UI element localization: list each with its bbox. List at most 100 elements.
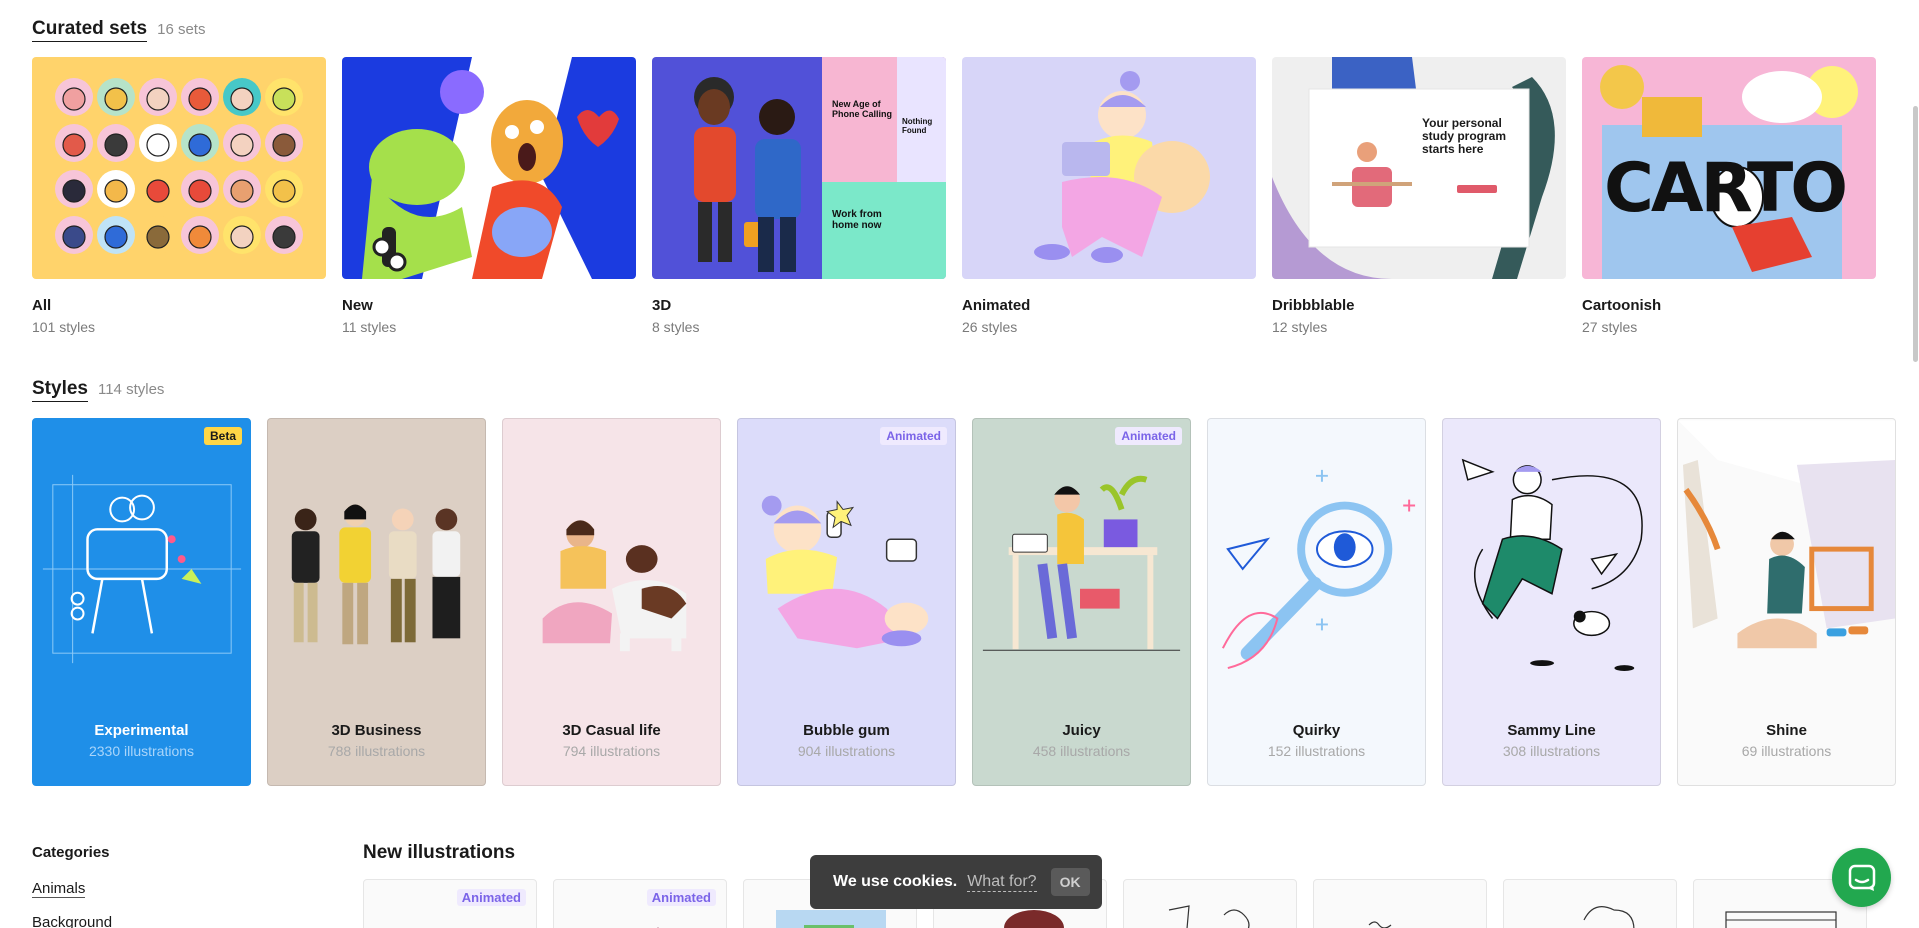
3d-casual-life-art [542,520,687,652]
category-link-animals[interactable]: Animals [32,880,86,898]
style-card-juicy[interactable]: Animated Juicy 458 illustrations [972,418,1191,786]
styles-row: Beta Experimental 2330 illustrations 3D … [32,418,1896,786]
curated-thumb-all[interactable] [32,57,326,279]
style-name: Bubble gum [803,722,890,739]
avatar-face [62,87,86,111]
style-card-3d-casual-life[interactable]: 3D Casual life 794 illustrations [502,418,721,786]
avatar-face [188,179,212,203]
scrollbar-thumb[interactable] [1913,106,1918,362]
avatar-face [146,225,170,249]
avatar-face [272,225,296,249]
curated-card-new[interactable]: New 11 styles [342,57,636,335]
avatar-face [104,179,128,203]
curated-name: 3D [652,297,672,314]
avatar-face [104,133,128,157]
avatar-face [230,133,254,157]
style-card-3d-business[interactable]: 3D Business 788 illustrations [267,418,486,786]
bubble-gum-art [761,495,929,649]
cookie-banner: We use cookies. What for? OK [810,855,1102,909]
chat-icon [1848,864,1875,891]
curated-sets-count: 16 sets [157,21,206,38]
curated-thumb-new[interactable] [342,57,636,279]
curated-thumb-animated[interactable] [962,57,1256,279]
style-card-sammy-line[interactable]: Sammy Line 308 illustrations [1442,418,1661,786]
avatar-face [104,225,128,249]
thumb-text-not-found: Nothing Found [902,117,933,135]
styles-title[interactable]: Styles [32,378,88,402]
new-illustration-card[interactable] [1123,879,1297,928]
avatar-face [272,179,296,203]
juicy-art [982,475,1181,651]
new-illustrations-title: New illustrations [363,842,516,863]
curated-count: 27 styles [1582,319,1638,335]
new-illustration-card[interactable]: Animated [553,879,727,928]
style-count: 308 illustrations [1502,743,1601,759]
illustration-thumb [1583,906,1635,928]
chat-button[interactable] [1832,848,1891,907]
style-card-shine[interactable]: Shine 69 illustrations [1677,418,1896,786]
curated-name: All [32,297,52,314]
thumb-text-work-from-home: Work from home now [832,209,882,231]
animated-badge: Animated [456,889,526,906]
curated-card-animated[interactable]: Animated 26 styles [962,57,1256,335]
scrollbar[interactable] [1911,0,1919,928]
style-count: 458 illustrations [1032,743,1131,759]
new-set-image [342,57,636,279]
avatar-face [230,87,254,111]
cookie-ok-button[interactable]: OK [1050,868,1090,896]
style-card-quirky[interactable]: Quirky 152 illustrations [1207,418,1426,786]
avatar-face [230,179,254,203]
curated-count: 26 styles [962,319,1018,335]
avatar-face [272,87,296,111]
new-illustration-card[interactable] [1503,879,1677,928]
style-count: 904 illustrations [797,743,896,759]
style-count: 69 illustrations [1741,743,1832,759]
style-name: Sammy Line [1507,722,1596,739]
curated-sets-row: All 101 styles New 11 styles New Age of … [32,57,1876,335]
style-name: Experimental [94,722,189,739]
3d-business-art [291,504,461,645]
curated-thumb-cartoonish[interactable]: CARTO [1582,57,1876,279]
curated-count: 11 styles [342,319,397,335]
style-name: Quirky [1292,722,1341,739]
curated-card-all[interactable]: All 101 styles [32,57,326,335]
avatar-face [146,179,170,203]
thumb-text-study-program: Your personal study program starts here [1422,116,1507,156]
thumb-text-carto: CARTO [1604,149,1848,228]
style-count: 2330 illustrations [88,743,195,759]
cookie-what-for-link[interactable]: What for? [967,873,1037,892]
avatar-face [230,225,254,249]
animated-set-image [1034,71,1210,263]
category-link-background[interactable]: Background [32,914,112,928]
avatar-face [62,225,86,249]
avatar-face [62,133,86,157]
styles-header: Styles 114 styles [32,378,164,402]
categories-title: Categories [32,844,110,861]
style-name: 3D Casual life [562,722,661,739]
curated-thumb-3d[interactable]: New Age of Phone Calling Nothing Found W… [652,57,946,279]
curated-name: Dribbblable [1272,297,1355,314]
curated-sets-title[interactable]: Curated sets [32,18,148,42]
curated-card-cartoonish[interactable]: CARTO Cartoonish 27 styles [1582,57,1876,335]
curated-name: New [342,297,373,314]
avatar-face [146,133,170,157]
style-card-experimental[interactable]: Beta Experimental 2330 illustrations [32,418,251,786]
style-count: 788 illustrations [327,743,426,759]
shine-art [1678,420,1895,649]
experimental-art [42,474,242,664]
curated-count: 8 styles [652,319,700,335]
avatar-face [104,87,128,111]
animated-badge: Animated [646,889,716,906]
sammy-line-art [1461,458,1643,672]
new-illustration-card[interactable] [1313,879,1487,928]
style-count: 152 illustrations [1267,743,1366,759]
curated-card-3d[interactable]: New Age of Phone Calling Nothing Found W… [652,57,946,335]
style-count: 794 illustrations [562,743,661,759]
style-card-bubble-gum[interactable]: Animated Bubble gum 904 illustrations [737,418,956,786]
thumb-text-phone-calling: New Age of Phone Calling [832,99,893,119]
curated-card-dribbblable[interactable]: Your personal study program starts here … [1272,57,1566,335]
new-illustration-card[interactable]: Animated [363,879,537,928]
style-name: 3D Business [331,722,422,739]
curated-thumb-dribbblable[interactable]: Your personal study program starts here [1272,57,1566,279]
style-name: Shine [1766,722,1807,739]
